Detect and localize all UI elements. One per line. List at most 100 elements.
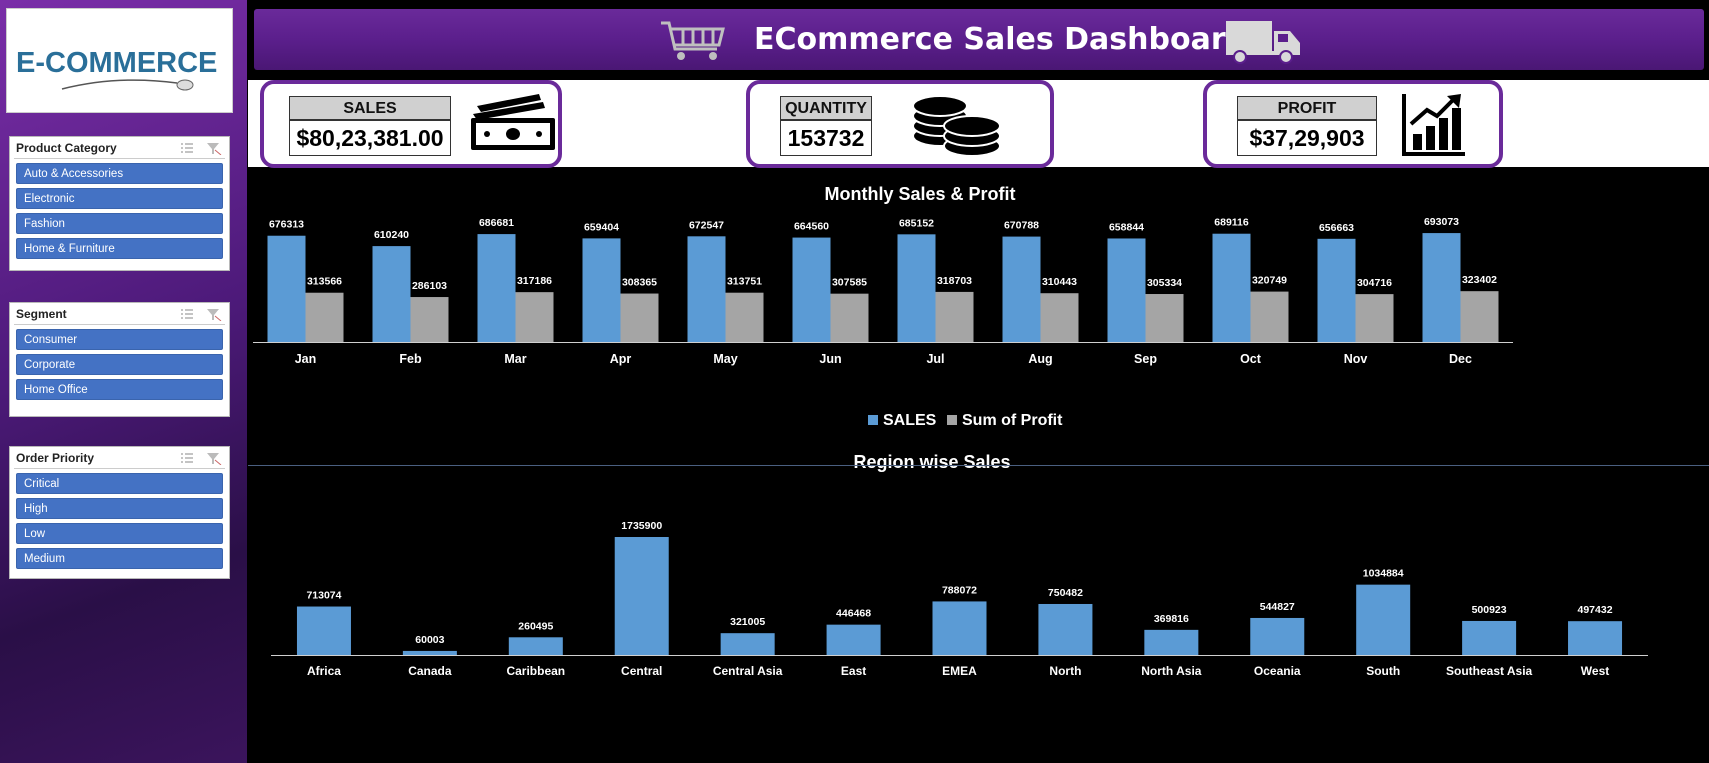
kpi-value: 153732 [780,120,872,156]
bar-region-sales [932,601,987,655]
data-label: 686681 [479,217,514,229]
slicer-product-category: Product Category Auto & Accessories Elec… [9,136,230,271]
bar-profit [1460,291,1499,342]
mouse-swoosh-icon [61,79,194,91]
legend-label-sales: SALES [883,412,937,429]
data-label: 318703 [937,275,972,287]
x-tick-label: Caribbean [506,664,565,678]
slicer-item[interactable]: Medium [16,548,223,569]
x-tick-label: Feb [399,352,422,366]
data-label: 544827 [1260,601,1295,613]
bar-sales [1422,233,1461,342]
data-label: 672547 [689,219,724,231]
data-label: 320749 [1252,275,1287,287]
data-label: 1034884 [1363,568,1404,580]
kpi-label: QUANTITY [780,96,872,120]
data-label: 656663 [1319,222,1354,234]
x-tick-label: Aug [1028,352,1052,366]
bar-region-sales [1038,603,1093,655]
bar-sales [582,238,621,342]
page-title: ECommerce Sales Dashboard [754,22,1248,57]
kpi-label: PROFIT [1237,96,1377,120]
clear-filter-icon [207,453,222,465]
x-tick-label: May [713,352,737,366]
slicer-segment: Segment Consumer Corporate Home Office [9,302,230,417]
region-chart-title: Region wise Sales [853,452,1010,472]
clear-filter-icon [207,143,222,155]
bar-sales [687,236,726,342]
bar-profit [410,297,449,342]
slicer-item[interactable]: Home & Furniture [16,238,223,259]
data-label: 750482 [1048,587,1083,599]
data-label: 693073 [1424,216,1459,228]
bar-region-sales [614,537,669,655]
slicer-item[interactable]: Corporate [16,354,223,375]
data-label: 685152 [899,217,934,229]
data-label: 321005 [730,616,765,628]
legend-swatch-profit [947,415,957,425]
slicer-item[interactable]: Auto & Accessories [16,163,223,184]
slicer-item[interactable]: Low [16,523,223,544]
bar-region-sales [826,624,881,655]
bar-sales [1212,233,1251,342]
x-tick-label: Jun [819,352,841,366]
bar-region-sales [1144,629,1199,655]
multi-select-icon [181,309,193,319]
x-tick-label: Canada [408,664,452,678]
x-tick-label: South [1366,664,1400,678]
coins-icon [912,95,1001,157]
x-tick-label: Jan [295,352,317,366]
kpi-card-sales: SALES $80,23,381.00 [260,80,562,168]
data-label: 1735900 [621,520,662,532]
slicer-item[interactable]: High [16,498,223,519]
bar-profit [515,292,554,342]
bar-sales [792,237,831,342]
bar-profit [935,291,974,342]
bar-sales [372,246,411,342]
bar-region-sales [1568,621,1623,655]
slicer-item[interactable]: Consumer [16,329,223,350]
bar-profit [1250,291,1289,342]
section-divider [248,465,1709,466]
kpi-card-profit: PROFIT $37,29,903 [1203,80,1503,168]
bar-sales [1317,238,1356,342]
data-label: 446468 [836,608,871,620]
kpi-label: SALES [289,96,451,120]
kpi-card-quantity: QUANTITY 153732 [746,80,1054,168]
data-label: 60003 [415,634,444,646]
x-tick-label: Nov [1344,352,1368,366]
slicer-item[interactable]: Critical [16,473,223,494]
x-tick-label: Africa [307,664,341,678]
slicer-item[interactable]: Home Office [16,379,223,400]
slicer-item[interactable]: Electronic [16,188,223,209]
bar-chart-growth-icon [1402,94,1465,156]
legend-swatch-sales [868,415,878,425]
slicer-icons [181,143,222,155]
region-sales-chart: 713074 Africa 60003 Canada 260495 Caribbean 17… [271,520,1648,678]
data-label: 323402 [1462,274,1497,286]
bar-region-sales [1250,617,1305,655]
kpi-value: $80,23,381.00 [289,120,451,156]
bar-profit [1040,293,1079,342]
data-label: 260495 [518,620,553,632]
kpi-value: $37,29,903 [1237,120,1377,156]
data-label: 689116 [1214,217,1249,229]
slicer-order-priority: Order Priority Critical High Low Medium [9,446,230,579]
slicer-item[interactable]: Fashion [16,213,223,234]
x-tick-label: Oct [1240,352,1262,366]
slicer-title: Product Category [16,141,117,155]
chart-legend: SALES Sum of Profit [868,412,1063,429]
data-label: 317186 [517,275,552,287]
money-icon [471,94,555,150]
x-tick-label: Mar [504,352,526,366]
logo: E-COMMERCE [6,8,233,113]
slicer-header: Segment [14,303,225,325]
bar-profit [620,293,659,342]
bar-profit [1355,294,1394,342]
x-tick-label: West [1581,664,1609,678]
monthly-chart-title: Monthly Sales & Profit [824,184,1015,204]
bar-sales [267,235,306,342]
data-label: 788072 [942,584,977,596]
bar-profit [1145,294,1184,342]
data-label: 286103 [412,280,447,292]
